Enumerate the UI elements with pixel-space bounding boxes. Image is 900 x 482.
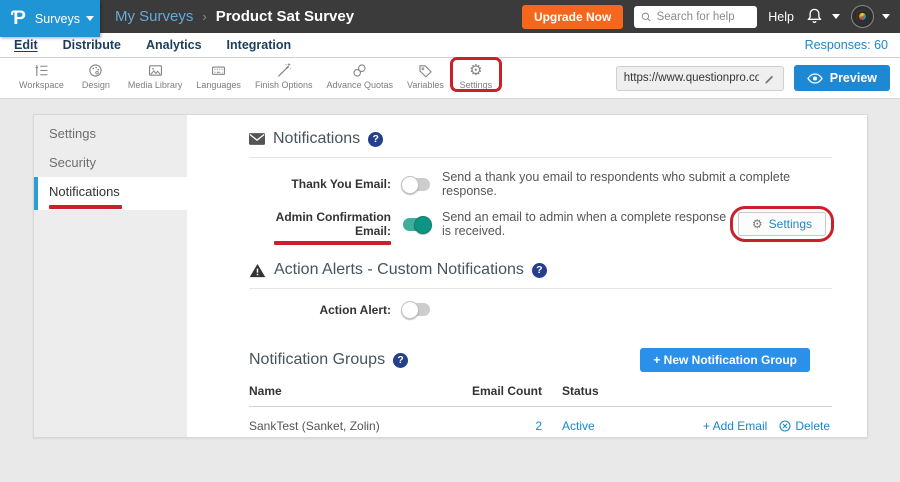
- help-search[interactable]: [634, 6, 757, 28]
- breadcrumb-survey-title: Product Sat Survey: [216, 8, 354, 25]
- action-alert-row: Action Alert:: [249, 301, 832, 318]
- admin-email-settings-button[interactable]: ⚙ Settings: [738, 212, 826, 236]
- survey-url-input[interactable]: [624, 72, 759, 84]
- breadcrumb-my-surveys[interactable]: My Surveys: [115, 8, 193, 25]
- toolbar-advance-quotas[interactable]: Advance Quotas: [319, 62, 400, 90]
- help-link[interactable]: Help: [768, 10, 794, 24]
- tab-distribute[interactable]: Distribute: [63, 38, 121, 52]
- delete-link[interactable]: Delete: [779, 419, 830, 433]
- status-link[interactable]: Active: [562, 419, 595, 433]
- settings-sidebar: Settings Security Notifications: [34, 115, 187, 437]
- group-name-cell: SankTest (Sanket, Zolin): [249, 407, 442, 434]
- divider: [249, 288, 832, 289]
- toolbar-languages[interactable]: Languages: [189, 62, 248, 90]
- toolbar-settings[interactable]: ⚙ Settings: [451, 62, 501, 90]
- sidebar-item-security[interactable]: Security: [34, 148, 187, 177]
- edit-toolbar: Workspace Design Media Library Languages…: [0, 58, 900, 99]
- new-notification-group-button[interactable]: + New Notification Group: [640, 348, 810, 372]
- chain-links-icon: [351, 62, 368, 79]
- pencil-icon[interactable]: [764, 72, 776, 85]
- section-title-action-alerts: Action Alerts - Custom Notifications: [274, 261, 524, 279]
- delete-circle-x-icon: [779, 420, 791, 432]
- admin-confirmation-email-row: Admin Confirmation Email: Send an email …: [249, 210, 832, 238]
- warning-triangle-icon: [249, 263, 266, 278]
- help-icon[interactable]: ?: [393, 353, 408, 368]
- sidebar-item-settings[interactable]: Settings: [34, 119, 187, 148]
- section-title-notification-groups: Notification Groups: [249, 351, 385, 369]
- image-icon: [147, 62, 164, 79]
- product-switcher[interactable]: Ƥ Surveys: [0, 0, 100, 37]
- top-header: Ƥ Surveys My Surveys › Product Sat Surve…: [0, 0, 900, 33]
- survey-url-field[interactable]: [616, 66, 784, 91]
- account-menu[interactable]: [851, 5, 890, 28]
- admin-confirmation-email-toggle[interactable]: [403, 218, 430, 231]
- email-count-link[interactable]: 2: [535, 419, 542, 433]
- notification-groups-table: Name Email Count Status SankTest (Sanket…: [249, 384, 832, 433]
- column-header-actions: [657, 384, 832, 407]
- tab-edit[interactable]: Edit: [14, 38, 38, 52]
- table-row: SankTest (Sanket, Zolin) 2 Active + Add …: [249, 407, 832, 434]
- eye-icon: [807, 73, 823, 84]
- thank-you-email-row: Thank You Email: Send a thank you email …: [249, 170, 832, 198]
- thank-you-email-label: Thank You Email:: [249, 177, 391, 191]
- admin-confirmation-email-label: Admin Confirmation Email:: [249, 210, 391, 238]
- responses-count[interactable]: Responses: 60: [805, 38, 888, 52]
- chevron-down-icon: [86, 16, 94, 21]
- tag-icon: [417, 62, 434, 79]
- workspace-list-icon: [33, 62, 50, 79]
- thank-you-email-toggle[interactable]: [403, 178, 430, 191]
- palette-icon: [87, 62, 104, 79]
- envelope-icon: [249, 133, 265, 145]
- product-menu-label: Surveys: [35, 12, 80, 26]
- action-alert-toggle[interactable]: [403, 303, 430, 316]
- action-alert-label: Action Alert:: [249, 303, 391, 317]
- annotation-notifications-underline: [49, 205, 122, 209]
- tab-integration[interactable]: Integration: [227, 38, 292, 52]
- help-icon[interactable]: ?: [368, 132, 383, 147]
- gear-icon: ⚙: [469, 62, 482, 79]
- help-icon[interactable]: ?: [532, 263, 547, 278]
- chevron-down-icon: [882, 14, 890, 19]
- divider: [249, 157, 832, 158]
- toolbar-variables[interactable]: Variables: [400, 62, 451, 90]
- notifications-panel: Notifications ? Thank You Email: Send a …: [187, 115, 867, 437]
- toolbar-design[interactable]: Design: [71, 62, 121, 90]
- bell-icon: [805, 7, 824, 26]
- column-header-status: Status: [542, 384, 657, 407]
- sidebar-item-notifications[interactable]: Notifications: [34, 177, 187, 210]
- avatar: [851, 5, 874, 28]
- search-icon: [641, 11, 651, 23]
- column-header-name: Name: [249, 384, 442, 407]
- preview-button[interactable]: Preview: [794, 65, 890, 91]
- magic-wand-icon: [275, 62, 292, 79]
- section-title-notifications: Notifications: [273, 130, 360, 148]
- tab-analytics[interactable]: Analytics: [146, 38, 202, 52]
- toolbar-media-library[interactable]: Media Library: [121, 62, 190, 90]
- settings-card: Settings Security Notifications Notifica…: [33, 114, 868, 438]
- add-email-link[interactable]: + Add Email: [703, 419, 767, 433]
- toolbar-finish-options[interactable]: Finish Options: [248, 62, 320, 90]
- breadcrumb: My Surveys › Product Sat Survey: [115, 8, 354, 25]
- survey-tab-nav: Edit Distribute Analytics Integration Re…: [0, 33, 900, 58]
- notifications-menu[interactable]: [805, 7, 840, 26]
- keyboard-icon: [210, 62, 227, 79]
- annotation-admin-label-underline: [274, 241, 391, 245]
- gear-icon: ⚙: [752, 217, 763, 231]
- upgrade-now-button[interactable]: Upgrade Now: [522, 5, 623, 29]
- help-search-input[interactable]: [657, 11, 751, 23]
- breadcrumb-separator: ›: [202, 9, 206, 24]
- column-header-email-count: Email Count: [442, 384, 542, 407]
- questionpro-logo: Ƥ: [11, 8, 26, 30]
- chevron-down-icon: [832, 14, 840, 19]
- toolbar-workspace[interactable]: Workspace: [12, 62, 71, 90]
